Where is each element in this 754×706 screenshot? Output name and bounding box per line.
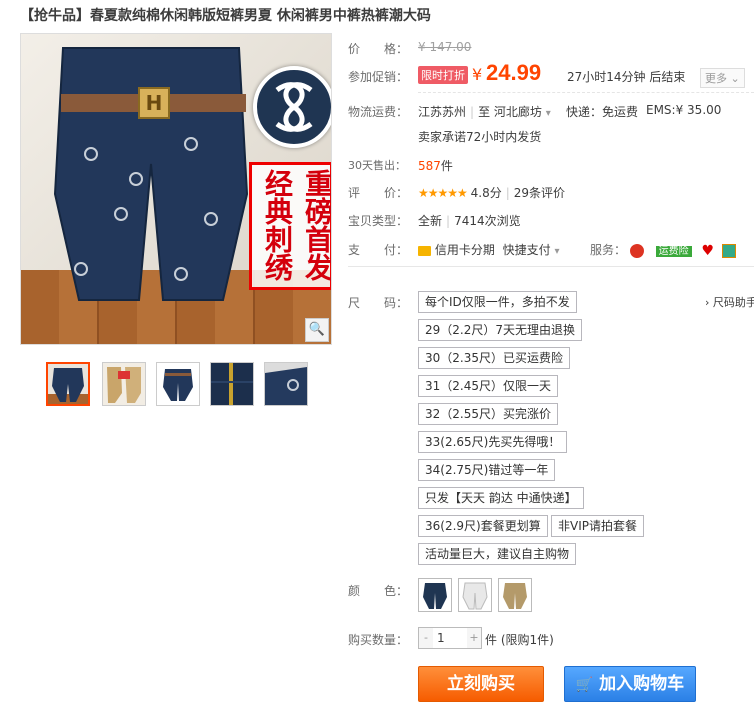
size-option-10[interactable]: 非VIP请拍套餐	[551, 515, 644, 537]
add-to-cart-button[interactable]: 🛒 加入购物车	[564, 666, 696, 702]
overlay-text-right: 经典刺绣	[261, 169, 294, 281]
embroidery-closeup	[253, 66, 331, 148]
sales-label: 30天售出：	[348, 159, 406, 172]
promo-price-value: 24.99	[486, 60, 542, 85]
chevron-down-icon[interactable]: ▾	[546, 108, 551, 119]
sales-unit: 件	[440, 159, 453, 173]
divider	[418, 92, 754, 93]
size-option-7[interactable]: 34(2.75尺)错过等一年	[418, 459, 556, 481]
express-fee: 快递：免运费	[566, 105, 639, 119]
rating-label: 评 价：	[348, 186, 409, 200]
color-swatch-navy[interactable]	[418, 578, 452, 612]
size-option-11[interactable]: 活动量巨大，建议自主购物	[418, 543, 577, 565]
flag-badge-icon[interactable]	[721, 243, 736, 258]
more-promo-button[interactable]: 更多 ⌄	[700, 68, 745, 88]
color-swatch-khaki[interactable]	[498, 578, 532, 612]
size-option-4[interactable]: 31（2.45尺）仅限一天	[418, 375, 558, 397]
price-label: 价 格：	[348, 42, 409, 56]
add-to-cart-label: 加入购物车	[599, 674, 685, 694]
size-option-8[interactable]: 只发【天天 韵达 中通快递】	[418, 487, 584, 509]
more-label: 更多	[705, 72, 727, 85]
chevron-down-icon[interactable]: ▾	[555, 246, 560, 257]
shipping-route: 江苏苏州 | 至 河北廊坊 ▾	[418, 105, 551, 119]
cart-icon: 🛒	[575, 677, 594, 693]
heart-badge-icon[interactable]: ♥	[702, 243, 715, 259]
color-label: 颜 色：	[348, 584, 409, 598]
color-swatch-white[interactable]	[458, 578, 492, 612]
quantity-minus-button[interactable]: -	[419, 628, 433, 648]
promo-overlay: 经典刺绣 重磅首发	[249, 162, 332, 290]
shipping-insurance-badge[interactable]: 运费险	[655, 246, 692, 257]
item-type-value: 全新 | 7414次浏览	[418, 214, 521, 228]
currency-symbol: ¥	[472, 65, 483, 84]
quantity-unit-text: 件	[485, 633, 498, 647]
ship-promise: 卖家承诺72小时内发货	[418, 130, 542, 144]
rating-score: 4.8分	[470, 186, 502, 200]
thumbnail-4[interactable]	[210, 362, 254, 406]
shorts-illustration: H	[53, 47, 249, 301]
original-price: ¥ 147.00	[418, 40, 472, 54]
promo-tag-text: 限时打折	[418, 66, 468, 84]
quick-pay[interactable]: 快捷支付	[503, 243, 551, 257]
size-option-9[interactable]: 36(2.9尺)套餐更划算	[418, 515, 548, 537]
product-info: 价 格： ¥ 147.00 参加促销： 限时打折 ¥ 24.99 27小时14分…	[348, 0, 754, 706]
view-count: 7414次浏览	[454, 214, 521, 228]
quantity-label: 购买数量：	[348, 633, 409, 647]
shipping-label: 物流运费：	[348, 105, 409, 119]
promo-label: 参加促销：	[348, 70, 409, 84]
thumbnail-2[interactable]	[102, 362, 146, 406]
main-product-image[interactable]: H 经典刺绣 重磅首发 🔍	[20, 33, 332, 345]
quantity-unit: 件 (限购1件)	[485, 631, 554, 648]
ems-fee: EMS:¥ 35.00	[646, 103, 722, 117]
sales-count: 587件	[418, 157, 453, 174]
review-count-link[interactable]: 29条评价	[514, 186, 565, 200]
quantity-input[interactable]: 1	[435, 628, 467, 648]
services: 服务： 运费险 ♥	[590, 241, 736, 259]
item-type-label: 宝贝类型：	[348, 214, 409, 228]
overlay-text-left: 重磅首发	[301, 169, 332, 281]
size-option-1[interactable]: 每个ID仅限一件，多拍不发	[418, 291, 577, 313]
promo-tag: 限时打折	[418, 66, 468, 84]
section-divider	[348, 266, 754, 267]
size-label: 尺 码：	[348, 296, 409, 310]
size-guide-link[interactable]: › 尺码助手	[705, 294, 754, 310]
promo-countdown: 27小时14分钟 后结束	[567, 70, 686, 84]
size-option-2[interactable]: 29（2.2尺）7天无理由退换	[418, 319, 582, 341]
size-option-6[interactable]: 33(2.65尺)先买先得哦！	[418, 431, 568, 453]
ship-from[interactable]: 江苏苏州	[418, 105, 466, 119]
quantity-plus-button[interactable]: +	[467, 628, 481, 648]
service-label: 服务：	[590, 243, 627, 257]
size-option-5[interactable]: 32（2.55尺）买完涨价	[418, 403, 558, 425]
quantity-stepper: - 1 +	[418, 627, 482, 649]
rating-summary: ★★★★★ 4.8分 | 29条评价	[418, 186, 566, 200]
zoom-icon[interactable]: 🔍	[305, 318, 329, 342]
size-option-3[interactable]: 30（2.35尺）已买运费险	[418, 347, 570, 369]
svg-text:H: H	[146, 91, 163, 115]
buy-now-button[interactable]: 立刻购买	[418, 666, 544, 702]
sales-number: 587	[418, 159, 441, 173]
payment-label: 支 付：	[348, 243, 409, 257]
thumbnail-3[interactable]	[156, 362, 200, 406]
payment-methods: 信用卡分期 快捷支付 ▾	[418, 241, 560, 258]
guarantee-icon[interactable]	[629, 243, 644, 258]
ship-to-prefix: 至	[478, 105, 491, 119]
thumbnail-1[interactable]	[46, 362, 90, 406]
ship-to[interactable]: 河北廊坊	[494, 105, 542, 119]
credit-installment[interactable]: 信用卡分期	[435, 243, 495, 257]
purchase-limit: (限购1件)	[500, 633, 554, 647]
credit-card-icon	[418, 245, 431, 256]
star-rating-icon: ★★★★★	[418, 186, 468, 200]
item-condition: 全新	[418, 214, 443, 228]
promo-price: ¥ 24.99	[472, 60, 541, 86]
thumbnail-5[interactable]	[264, 362, 308, 406]
chevron-down-icon: ⌄	[730, 72, 740, 85]
